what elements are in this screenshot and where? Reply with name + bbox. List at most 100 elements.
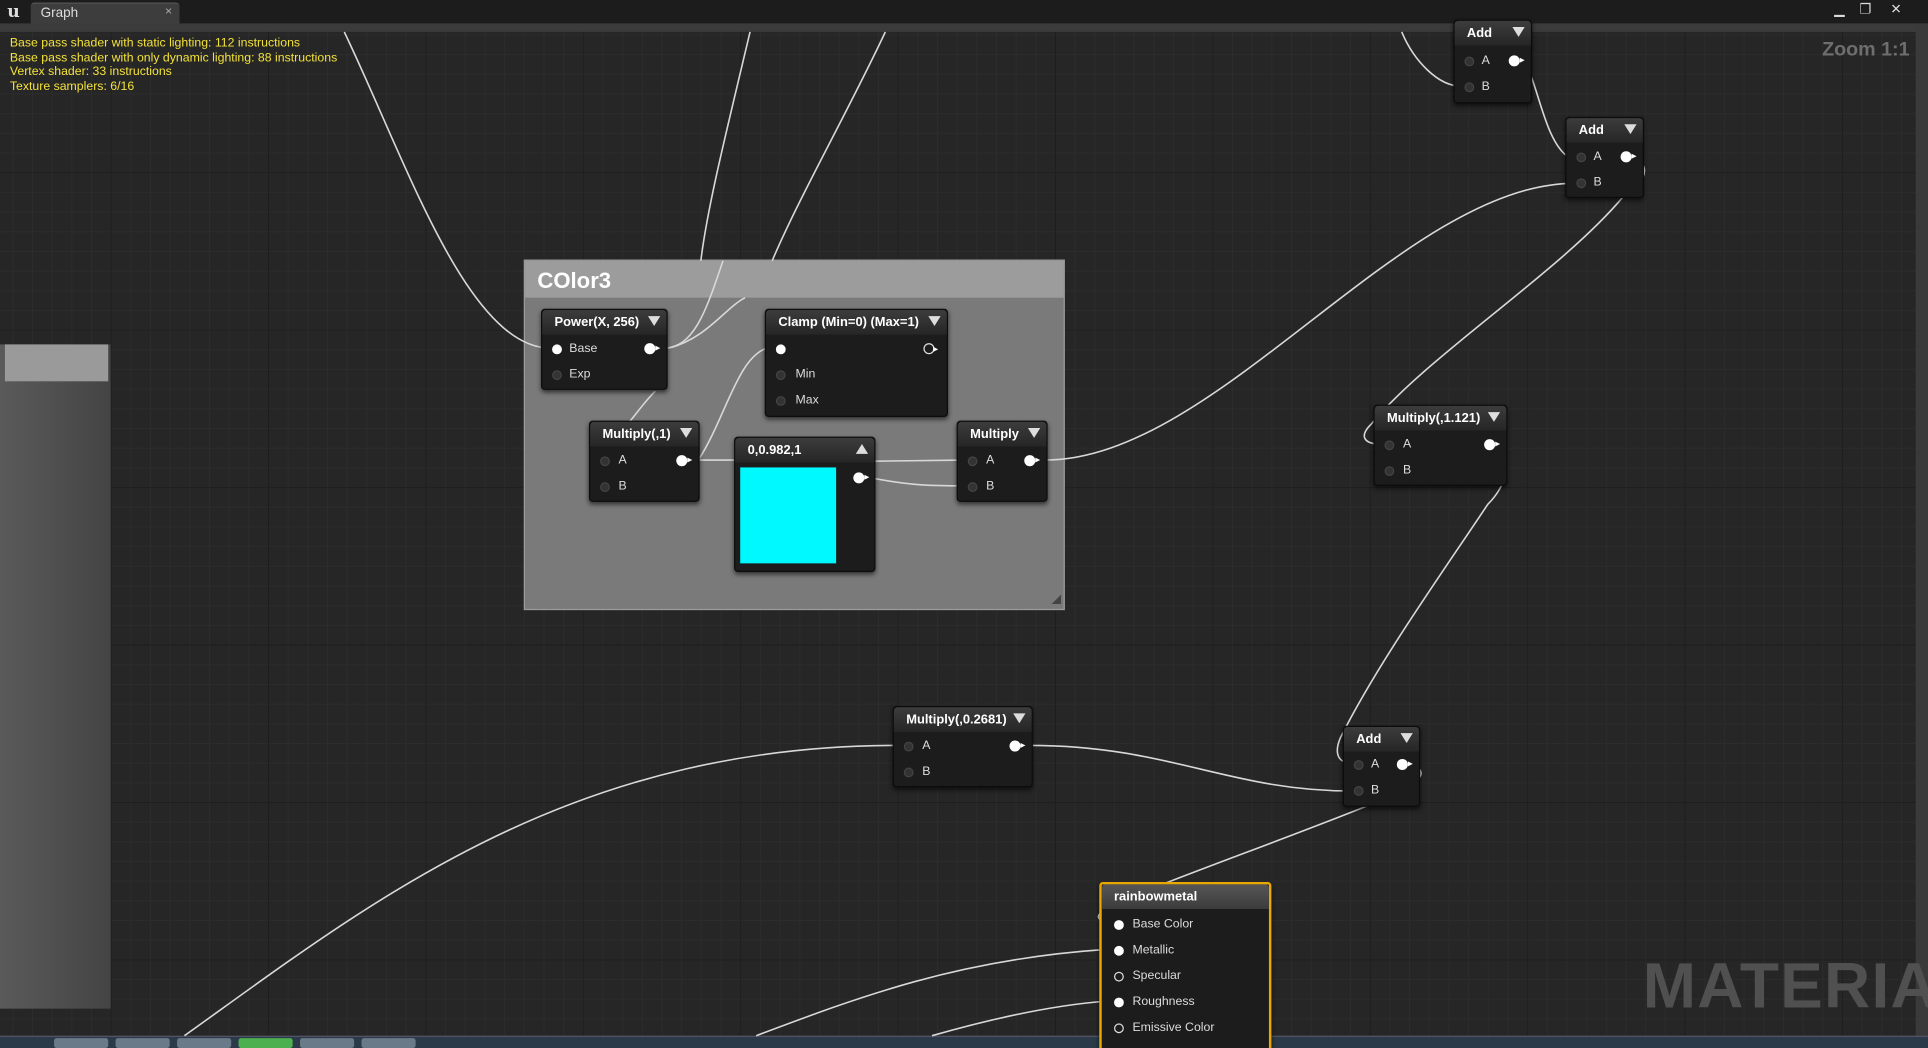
- input-pin[interactable]: [903, 767, 914, 778]
- chevron-down-icon[interactable]: [1013, 713, 1026, 724]
- multiply-1-node[interactable]: Multiply(,1) A B: [588, 420, 700, 502]
- chevron-down-icon[interactable]: [679, 428, 693, 438]
- zoom-indicator: Zoom 1:1: [1822, 39, 1910, 61]
- restore-icon[interactable]: ❐: [1853, 1, 1878, 18]
- comment-title[interactable]: COlor3: [525, 260, 1064, 298]
- pin-label: A: [1593, 150, 1602, 164]
- input-pin[interactable]: [1114, 920, 1124, 930]
- output-pin[interactable]: [923, 343, 939, 355]
- pin-label: B: [1370, 783, 1380, 798]
- input-pin[interactable]: [967, 456, 978, 467]
- clamp-node[interactable]: Clamp (Min=0) (Max=1) Min Max: [764, 308, 949, 417]
- color-swatch: [740, 467, 837, 564]
- output-pin[interactable]: [644, 343, 661, 355]
- input-pin[interactable]: [1464, 56, 1475, 67]
- node-title: Multiply(,0.2681): [906, 712, 1007, 727]
- multiply-02681-node[interactable]: Multiply(,0.2681) A B: [892, 706, 1033, 788]
- pin-label: Base: [569, 341, 598, 356]
- input-pin[interactable]: [903, 741, 914, 752]
- input-pin[interactable]: [1114, 997, 1124, 1008]
- multiply-1121-node[interactable]: Multiply(,1.121) A B: [1373, 404, 1508, 486]
- pin-label: A: [1370, 757, 1380, 772]
- input-pin[interactable]: [600, 482, 610, 493]
- pin-label: Emissive Color: [1132, 1020, 1215, 1035]
- pin-label: A: [986, 453, 995, 468]
- output-pin[interactable]: [1009, 740, 1026, 752]
- pin-label: A: [1402, 437, 1412, 452]
- taskbar-button[interactable]: [238, 1038, 293, 1048]
- material-result-node[interactable]: rainbowmetal Base Color Metallic Specula…: [1099, 881, 1272, 1048]
- input-pin[interactable]: [1576, 152, 1587, 163]
- node-title: Multiply(,1.121): [1386, 410, 1481, 426]
- node-title: Power(X, 256): [554, 314, 640, 330]
- pin-label: Min: [795, 367, 816, 382]
- output-pin[interactable]: [676, 455, 693, 467]
- input-pin[interactable]: [775, 370, 786, 381]
- multiply-node[interactable]: Multiply A B: [956, 420, 1048, 502]
- chevron-down-icon[interactable]: [1027, 428, 1041, 438]
- pin-label: B: [1593, 175, 1602, 190]
- pin-label: A: [922, 739, 931, 753]
- stat-line: Vertex shader: 33 instructions: [9, 65, 172, 79]
- input-pin[interactable]: [552, 370, 562, 381]
- pin-label: Exp: [569, 367, 591, 382]
- chevron-down-icon[interactable]: [1487, 412, 1501, 422]
- taskbar-button[interactable]: [115, 1038, 170, 1048]
- graph-right-border: [1915, 24, 1928, 1046]
- taskbar-button[interactable]: [177, 1038, 232, 1048]
- add-node-lower[interactable]: Add A B: [1342, 725, 1421, 807]
- output-pin[interactable]: [1396, 758, 1413, 771]
- power-node[interactable]: Power(X, 256) Base Exp: [541, 308, 668, 390]
- chevron-down-icon[interactable]: [647, 316, 661, 326]
- constant-vector-node[interactable]: 0,0.982,1: [734, 436, 876, 572]
- title-bar: u Graph × ▁ ❐ ✕: [0, 0, 1928, 26]
- taskbar-button[interactable]: [361, 1038, 416, 1048]
- unreal-logo-icon: u: [7, 2, 20, 23]
- node-title: Add: [1578, 123, 1604, 138]
- taskbar-button[interactable]: [54, 1038, 109, 1048]
- node-title: rainbowmetal: [1114, 889, 1198, 905]
- close-icon[interactable]: ✕: [1884, 1, 1909, 18]
- node-title: Clamp (Min=0) (Max=1): [778, 314, 919, 330]
- shader-stats: Base pass shader with static lighting: 1…: [10, 37, 337, 94]
- output-pin[interactable]: [853, 472, 870, 484]
- input-pin[interactable]: [1114, 945, 1124, 956]
- add-node-right[interactable]: Add A B: [1565, 116, 1644, 199]
- chevron-up-icon[interactable]: [855, 444, 869, 454]
- chevron-down-icon[interactable]: [928, 316, 941, 326]
- input-pin[interactable]: [1384, 440, 1395, 451]
- output-pin[interactable]: [1024, 455, 1041, 467]
- taskbar-button[interactable]: [300, 1038, 355, 1048]
- output-pin[interactable]: [1484, 439, 1501, 451]
- input-pin[interactable]: [600, 456, 610, 467]
- tab-graph[interactable]: Graph ×: [30, 2, 180, 26]
- input-pin[interactable]: [552, 344, 562, 355]
- pin-label: Base Color: [1132, 917, 1194, 932]
- input-pin[interactable]: [775, 396, 786, 406]
- node-title: Multiply(,1): [602, 426, 671, 442]
- chevron-down-icon[interactable]: [1624, 124, 1637, 135]
- minimize-icon[interactable]: ▁: [1827, 1, 1852, 18]
- node-title: Add: [1466, 25, 1493, 41]
- chevron-down-icon[interactable]: [1512, 27, 1525, 37]
- input-pin[interactable]: [1576, 178, 1587, 189]
- chevron-down-icon[interactable]: [1400, 733, 1413, 743]
- input-pin[interactable]: [1353, 760, 1364, 771]
- output-pin[interactable]: [1508, 55, 1525, 67]
- input-pin[interactable]: [1384, 466, 1395, 477]
- output-pin[interactable]: [1620, 151, 1637, 163]
- stat-line: Base pass shader with static lighting: 1…: [9, 36, 301, 51]
- input-pin[interactable]: [775, 344, 786, 355]
- input-pin[interactable]: [1353, 786, 1364, 796]
- tab-close-icon[interactable]: ×: [165, 5, 172, 19]
- input-pin[interactable]: [1464, 82, 1475, 93]
- input-pin[interactable]: [1114, 971, 1124, 982]
- node-title: 0,0.982,1: [747, 442, 802, 458]
- input-pin[interactable]: [1114, 1023, 1124, 1034]
- left-side-node[interactable]: [0, 344, 111, 1009]
- add-node-top[interactable]: Add A B: [1453, 19, 1533, 104]
- input-pin[interactable]: [967, 482, 978, 493]
- pin-label: Roughness: [1132, 995, 1195, 1009]
- resize-handle-icon[interactable]: ◢: [1052, 593, 1061, 607]
- pin-label: B: [1481, 79, 1490, 94]
